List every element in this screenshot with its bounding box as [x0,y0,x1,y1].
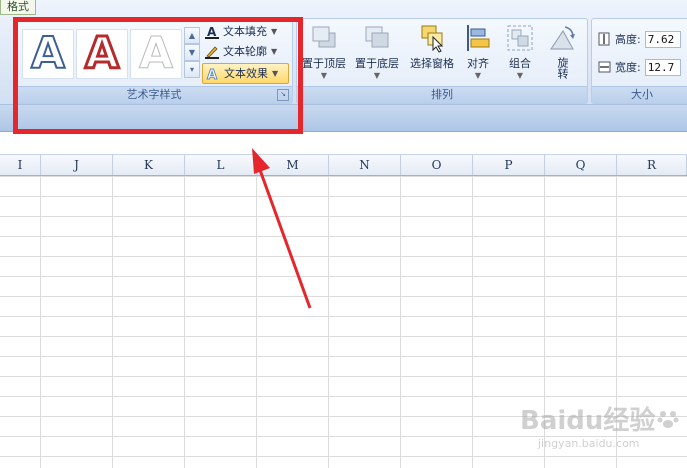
group-label: 组合 [509,57,531,70]
column-header-row: I J K L M N O P Q R [0,155,687,176]
grid-line [112,176,113,468]
width-label: 宽度: [615,61,641,74]
baidu-watermark: Baidu经验 jingyan.baidu.com [520,400,680,460]
height-label: 高度: [615,33,641,46]
column-header-p[interactable]: P [473,155,545,175]
formula-area [0,132,687,155]
column-header-i[interactable]: I [0,155,41,175]
rotate-icon [550,26,575,50]
grid-line [184,176,185,468]
grid-line [472,176,473,468]
size-label: 大小 [592,86,687,103]
bring-to-front-button[interactable]: 置于顶层 ▼ [299,19,349,80]
selection-pane-icon [421,25,444,53]
rotate-button[interactable]: 旋转 [543,19,581,83]
column-header-n[interactable]: N [329,155,401,175]
arrange-group: 置于顶层 ▼ 置于底层 ▼ 选择窗格 对齐 ▼ 组合 ▼ 旋转 排列 [296,18,588,104]
grid-line [40,176,41,468]
bring-to-front-icon [312,26,336,48]
chevron-down-icon: ▼ [516,71,524,80]
shape-height-row: 高度: [597,29,681,49]
send-to-back-icon [365,26,389,48]
align-button[interactable]: 对齐 ▼ [461,19,495,80]
paw-icon [657,410,679,428]
column-header-o[interactable]: O [401,155,473,175]
column-header-j[interactable]: J [41,155,113,175]
format-tab[interactable]: 格式 [0,0,36,15]
arrange-label: 排列 [297,86,587,103]
grid-line [400,176,401,468]
selection-pane-label: 选择窗格 [410,57,454,70]
annotation-arrow [252,148,312,309]
size-group: 高度: 宽度: 大小 [591,18,687,104]
group-button[interactable]: 组合 ▼ [501,19,539,80]
column-header-q[interactable]: Q [545,155,617,175]
column-header-k[interactable]: K [113,155,185,175]
selection-pane-button[interactable]: 选择窗格 [405,19,459,71]
height-icon [598,32,610,46]
send-to-back-button[interactable]: 置于底层 ▼ [351,19,403,80]
grid-line [328,176,329,468]
bring-to-front-label: 置于顶层 [302,57,346,70]
width-input[interactable] [644,58,681,76]
column-header-r[interactable]: R [617,155,687,175]
highlight-box [13,17,303,134]
send-to-back-label: 置于底层 [355,57,399,70]
chevron-down-icon: ▼ [373,71,381,80]
height-input[interactable] [644,30,681,48]
chevron-down-icon: ▼ [320,71,328,80]
chevron-down-icon: ▼ [474,71,482,80]
width-icon [598,61,611,73]
watermark-url: jingyan.baidu.com [538,437,640,450]
watermark-brand: Baidu经验 [520,406,656,436]
rotate-label: 旋转 [556,57,569,79]
shape-width-row: 宽度: [597,57,681,77]
group-icon [507,25,533,51]
align-icon [467,25,490,51]
align-label: 对齐 [467,57,489,70]
